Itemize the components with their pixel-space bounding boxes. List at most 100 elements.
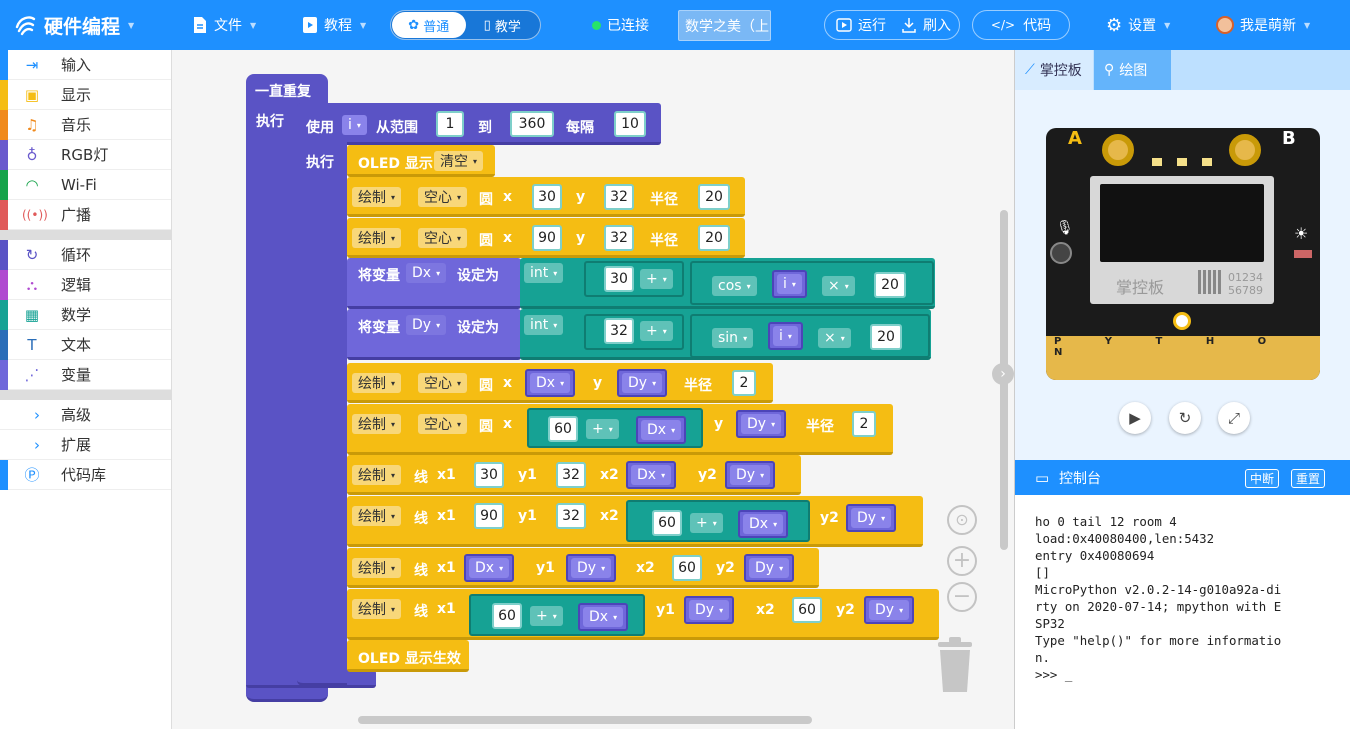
line-x1-input[interactable]: 90 [474,503,504,529]
category-extension[interactable]: › 扩展 [0,430,171,460]
circle-y-input[interactable]: 32 [604,184,634,210]
circle-radius-input[interactable]: 20 [698,184,730,210]
int-dropdown[interactable]: int ▾ [524,263,564,283]
flash-button[interactable]: 刷入 [886,15,951,35]
reset-button[interactable]: 重置 [1291,469,1326,488]
tutorial-menu[interactable]: 教程 ▼ [302,0,366,50]
device-name-field[interactable]: 数学之美（上 [678,10,771,41]
variable-dropdown[interactable]: Dy ▾ [851,508,892,528]
number-input[interactable]: 32 [604,318,634,344]
range-start-input[interactable]: 1 [436,111,464,137]
variable-reporter[interactable]: Dx ▾ [626,461,677,489]
circle-x-input[interactable]: 90 [532,225,562,251]
variable-dropdown[interactable]: Dx ▾ [469,558,510,578]
category-advanced[interactable]: › 高级 [0,400,171,430]
button-a[interactable] [1102,134,1134,166]
variable-dropdown[interactable]: Dy ▾ [689,600,730,620]
operator-dropdown[interactable]: × ▾ [822,276,855,296]
variable-reporter[interactable]: Dx ▾ [578,603,629,631]
variable-dropdown[interactable]: Dx ▾ [583,607,624,627]
variable-reporter[interactable]: Dy ▾ [566,554,617,582]
category-variable[interactable]: ⋰ 变量 [0,360,171,390]
line-x2-input[interactable]: 60 [792,597,822,623]
number-input[interactable]: 20 [870,324,902,350]
code-button[interactable]: </> 代码 [972,10,1070,40]
circle-radius-input[interactable]: 2 [852,411,876,437]
circle-radius-input[interactable]: 20 [698,225,730,251]
variable-dropdown[interactable]: Dx ▾ [631,465,672,485]
category-rgb[interactable]: ♁ RGB灯 [0,140,171,170]
number-input[interactable]: 60 [492,603,522,629]
variable-dropdown[interactable]: Dy ▾ [406,315,447,335]
block-workspace[interactable]: 一直重复 执行 使用 i ▾ 从范围 1 到 360 每隔 10 执行 OLED … [172,50,1014,729]
number-input[interactable]: 60 [548,416,578,442]
sim-play-icon[interactable]: ▶ [1119,402,1151,434]
range-step-input[interactable]: 10 [614,111,646,137]
int-dropdown[interactable]: int ▾ [524,315,564,335]
variable-dropdown[interactable]: i ▾ [773,326,798,346]
operator-dropdown[interactable]: + ▾ [530,606,563,626]
operator-dropdown[interactable]: + ▾ [640,321,673,341]
tab-board[interactable]: ⟋ 掌控板 [1015,50,1093,90]
draw-dropdown[interactable]: 绘制 ▾ [352,506,402,526]
category-music[interactable]: ♫ 音乐 [0,110,171,140]
connection-status[interactable]: 已连接 [592,0,649,50]
trig-dropdown[interactable]: sin ▾ [712,328,754,348]
operator-dropdown[interactable]: × ▾ [818,328,851,348]
variable-dropdown[interactable]: Dx ▾ [530,373,571,393]
number-input[interactable]: 60 [652,510,682,536]
category-wifi[interactable]: ◠ Wi-Fi [0,170,171,200]
category-loop[interactable]: ↻ 循环 [0,240,171,270]
draw-dropdown[interactable]: 绘制 ▾ [352,187,402,207]
fill-dropdown[interactable]: 空心 ▾ [418,373,468,393]
variable-reporter[interactable]: Dy ▾ [725,461,776,489]
category-text[interactable]: T 文本 [0,330,171,360]
fill-dropdown[interactable]: 空心 ▾ [418,414,468,434]
draw-dropdown[interactable]: 绘制 ▾ [352,228,402,248]
variable-dropdown[interactable]: Dx ▾ [406,263,447,283]
category-display[interactable]: ▣ 显示 [0,80,171,110]
brand-menu[interactable]: 硬件编程 ▼ [14,0,134,50]
line-y1-input[interactable]: 32 [556,503,586,529]
category-math[interactable]: ▦ 数学 [0,300,171,330]
variable-dropdown[interactable]: Dy ▾ [622,373,663,393]
zoom-out-icon[interactable]: − [947,582,977,612]
variable-reporter[interactable]: Dy ▾ [744,554,795,582]
recenter-icon[interactable]: ⊙ [947,505,977,535]
circle-radius-input[interactable]: 2 [732,370,756,396]
variable-reporter[interactable]: Dy ▾ [846,504,897,532]
line-x1-input[interactable]: 30 [474,462,504,488]
line-y1-input[interactable]: 32 [556,462,586,488]
draw-dropdown[interactable]: 绘制 ▾ [352,465,402,485]
variable-reporter[interactable]: Dy ▾ [864,596,915,624]
trig-dropdown[interactable]: cos ▾ [712,276,757,296]
fill-dropdown[interactable]: 空心 ▾ [418,228,468,248]
run-button[interactable]: 运行 [825,15,886,35]
variable-dropdown[interactable]: Dx ▾ [743,514,784,534]
category-code-library[interactable]: Ⓟ 代码库 [0,460,171,490]
variable-reporter[interactable]: Dy ▾ [617,369,668,397]
category-input[interactable]: ⇥ 输入 [0,50,171,80]
settings-menu[interactable]: ⚙ 设置 ▼ [1106,0,1170,50]
variable-dropdown[interactable]: Dy ▾ [571,558,612,578]
variable-dropdown[interactable]: Dy ▾ [869,600,910,620]
category-broadcast[interactable]: ((•)) 广播 [0,200,171,230]
variable-reporter[interactable]: Dx ▾ [464,554,515,582]
number-input[interactable]: 30 [604,266,634,292]
draw-dropdown[interactable]: 绘制 ▾ [352,558,402,578]
variable-reporter[interactable]: Dy ▾ [736,410,787,438]
user-menu[interactable]: 我是萌新 ▼ [1216,0,1310,50]
collapse-panel-button[interactable]: › [992,363,1014,385]
button-b[interactable] [1229,134,1261,166]
variable-dropdown[interactable]: Dy ▾ [730,465,771,485]
variable-dropdown[interactable]: Dx ▾ [641,420,682,440]
number-input[interactable]: 20 [874,272,906,298]
variable-dropdown[interactable]: Dy ▾ [741,414,782,434]
sim-restart-icon[interactable]: ↻ [1169,402,1201,434]
operator-dropdown[interactable]: + ▾ [640,269,673,289]
variable-reporter[interactable]: Dx ▾ [636,416,687,444]
loop-variable-dropdown[interactable]: i ▾ [342,115,367,135]
console-output[interactable]: ho 0 tail 12 room 4 load:0x40080400,len:… [1015,495,1350,729]
circle-x-input[interactable]: 30 [532,184,562,210]
fill-dropdown[interactable]: 空心 ▾ [418,187,468,207]
